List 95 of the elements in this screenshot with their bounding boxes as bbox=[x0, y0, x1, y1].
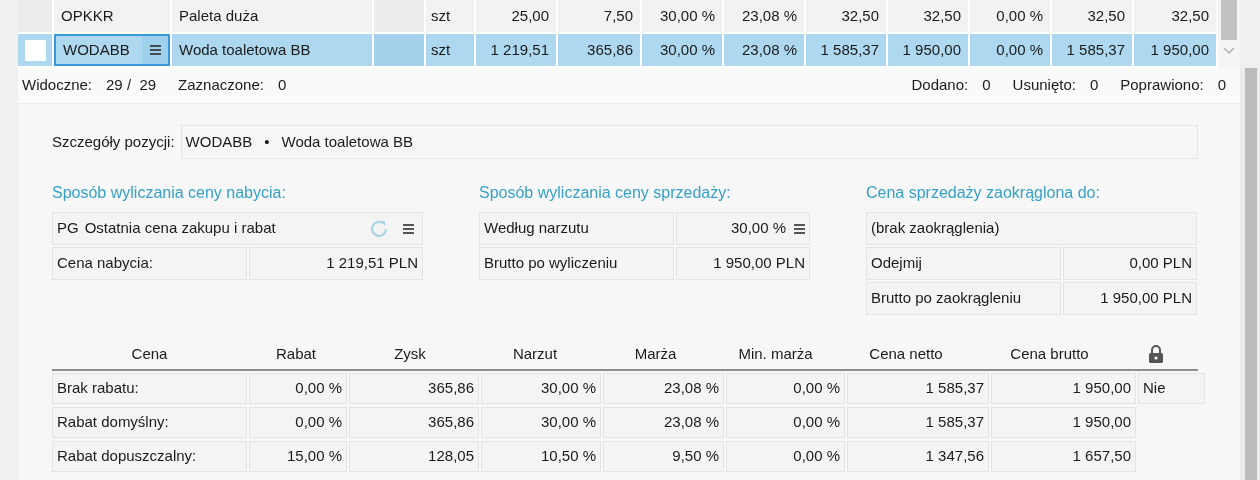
status-value: 0 bbox=[277, 75, 287, 96]
status-value: 0 bbox=[1089, 75, 1099, 96]
table-cell: 15,00 % bbox=[249, 441, 347, 472]
field-label: Brutto po zaokrągleniu bbox=[866, 282, 1061, 315]
refresh-icon[interactable] bbox=[369, 218, 389, 239]
column-header: Narzut bbox=[511, 343, 559, 364]
status-label: Widoczne: bbox=[22, 75, 93, 96]
table-cell: Nie bbox=[1138, 373, 1205, 404]
column-header: Cena brutto bbox=[1009, 343, 1090, 364]
table-cell: 128,05 bbox=[349, 441, 479, 472]
table-cell: 1 585,37 bbox=[1052, 34, 1132, 66]
table-cell: Brak rabatu: bbox=[52, 373, 247, 404]
scrollbar-thumb[interactable] bbox=[1221, 0, 1237, 40]
table-cell: 30,00 % bbox=[481, 407, 601, 438]
status-label: Poprawiono: bbox=[1120, 75, 1204, 96]
table-cell: Rabat domyślny: bbox=[52, 407, 247, 438]
value-field: 0,00 PLN bbox=[1063, 247, 1197, 280]
menu-icon[interactable] bbox=[794, 223, 805, 234]
table-cell: 32,50 bbox=[1052, 0, 1132, 32]
section-title: Sposób wyliczania ceny nabycia: bbox=[52, 183, 287, 203]
column-header: Marża bbox=[633, 343, 678, 364]
table-cell: 7,50 bbox=[558, 0, 640, 32]
table-cell: 0,00 % bbox=[249, 373, 347, 404]
field-label: Odejmij bbox=[866, 247, 1061, 280]
value-field: 1 950,00 PLN bbox=[676, 247, 810, 280]
table-cell: 1 219,51 bbox=[476, 34, 556, 66]
status-label: Dodano: bbox=[911, 75, 969, 96]
status-value: 0 bbox=[1217, 75, 1226, 96]
table-cell: 30,00 % bbox=[642, 0, 722, 32]
table-cell: 1 347,56 bbox=[847, 441, 989, 472]
menu-icon[interactable] bbox=[149, 45, 161, 55]
table-cell: szt bbox=[426, 0, 474, 32]
column-header: Min. marża bbox=[737, 343, 814, 364]
value-field: 1 950,00 PLN bbox=[1063, 282, 1197, 315]
column-header: Zysk bbox=[393, 343, 427, 364]
column-header: Rabat bbox=[275, 343, 317, 364]
table-cell: 32,50 bbox=[888, 0, 968, 32]
table-cell: 10,50 % bbox=[481, 441, 601, 472]
column-header: Cena netto bbox=[868, 343, 944, 364]
table-cell bbox=[374, 34, 424, 66]
table-cell: 32,50 bbox=[806, 0, 886, 32]
row-checkbox[interactable] bbox=[24, 39, 46, 61]
markup-field[interactable]: 30,00 % bbox=[676, 212, 810, 245]
chevron-down-icon[interactable] bbox=[1223, 47, 1235, 55]
field-label: Cena nabycia: bbox=[52, 247, 247, 280]
field-label: Brutto po wyliczeniu bbox=[479, 247, 674, 280]
status-label: Zaznaczone: bbox=[178, 75, 264, 96]
section-title: Sposób wyliczania ceny sprzedaży: bbox=[479, 183, 732, 203]
status-value: 29 / 29 bbox=[106, 75, 157, 96]
table-cell[interactable] bbox=[18, 34, 52, 66]
table-cell: Woda toaletowa BB bbox=[172, 34, 372, 66]
status-value: 0 bbox=[982, 75, 991, 96]
table-cell: 23,08 % bbox=[603, 373, 724, 404]
lock-icon bbox=[1147, 344, 1164, 364]
table-cell: 365,86 bbox=[349, 373, 479, 404]
table-cell: 30,00 % bbox=[481, 373, 601, 404]
table-cell: 0,00 % bbox=[726, 441, 845, 472]
section-title: Cena sprzedaży zaokrąglona do: bbox=[866, 183, 1101, 203]
column-header: Cena bbox=[130, 343, 169, 364]
table-cell: 23,08 % bbox=[603, 407, 724, 438]
table-cell: 30,00 % bbox=[642, 34, 722, 66]
table-cell: 0,00 % bbox=[970, 0, 1050, 32]
table-cell: 25,00 bbox=[476, 0, 556, 32]
table-cell: Rabat dopuszczalny: bbox=[52, 441, 247, 472]
table-cell: 32,50 bbox=[1134, 0, 1216, 32]
table-cell: 0,00 % bbox=[726, 407, 845, 438]
table-cell[interactable]: OPKKR bbox=[54, 0, 170, 32]
table-cell: 1 657,50 bbox=[991, 441, 1136, 472]
table-cell: 23,08 % bbox=[724, 0, 804, 32]
table-cell: 1 950,00 bbox=[1134, 34, 1216, 66]
status-label: Usunięto: bbox=[1012, 75, 1076, 96]
table-cell: 365,86 bbox=[558, 34, 640, 66]
method-dropdown[interactable]: PG Ostatnia cena zakupu i rabat bbox=[52, 212, 423, 245]
table-cell: 0,00 % bbox=[726, 373, 845, 404]
details-field: WODABB • Woda toaletowa BB bbox=[180, 125, 1198, 159]
table-cell: 1 585,37 bbox=[806, 34, 886, 66]
table-cell: 1 950,00 bbox=[888, 34, 968, 66]
table-cell: 0,00 % bbox=[970, 34, 1050, 66]
table-cell[interactable]: WODABB bbox=[54, 34, 170, 66]
scrollbar-thumb[interactable] bbox=[1245, 68, 1257, 480]
table-cell: 9,50 % bbox=[603, 441, 724, 472]
table-cell: 23,08 % bbox=[724, 34, 804, 66]
table-cell: 0,00 % bbox=[249, 407, 347, 438]
table-cell: Paleta duża bbox=[172, 0, 372, 32]
method-dropdown[interactable]: Według narzutu bbox=[479, 212, 674, 245]
rounding-dropdown[interactable]: (brak zaokrąglenia) bbox=[866, 212, 1197, 245]
table-cell: szt bbox=[426, 34, 474, 66]
table-cell: 1 950,00 bbox=[991, 373, 1136, 404]
menu-icon[interactable] bbox=[403, 223, 414, 234]
table-cell: 1 585,37 bbox=[847, 373, 989, 404]
field-label: Szczegóły pozycji: bbox=[52, 131, 175, 152]
table-cell: 1 585,37 bbox=[847, 407, 989, 438]
table-cell: 1 950,00 bbox=[991, 407, 1136, 438]
value-field: 1 219,51 PLN bbox=[249, 247, 423, 280]
table-cell: 365,86 bbox=[349, 407, 479, 438]
